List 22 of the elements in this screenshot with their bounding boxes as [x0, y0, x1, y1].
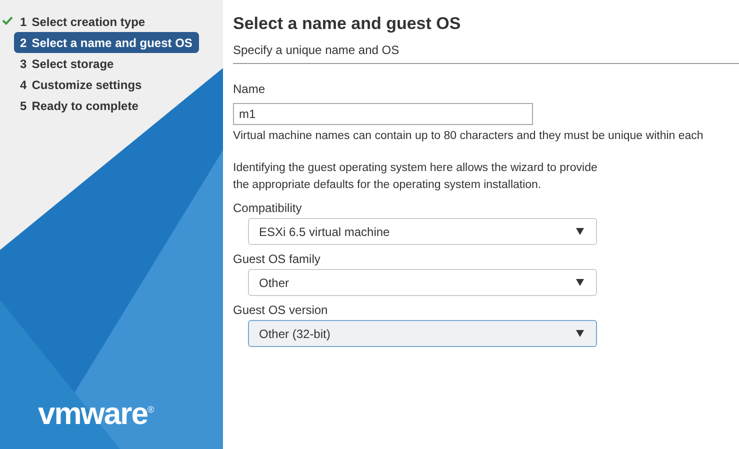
- dropdown[interactable]: Other (32-bit): [248, 320, 597, 347]
- wizard-step[interactable]: 2 Select a name and guest OS: [14, 32, 200, 53]
- caret-icon: [576, 279, 584, 286]
- dropdown[interactable]: Other: [248, 269, 597, 296]
- field-label: Guest OS version: [233, 303, 329, 317]
- field-label: Guest OS family: [233, 252, 322, 266]
- field-label: Compatibility: [233, 201, 303, 215]
- wizard-step[interactable]: 1 Select creation type: [14, 11, 152, 32]
- description-text: the appropriate defaults for the operating system installation.: [233, 178, 542, 193]
- wizard-step[interactable]: 3 Select storage: [14, 53, 121, 74]
- dropdown[interactable]: ESXi 6.5 virtual machine: [248, 218, 597, 245]
- page-title: Select a name and guest OS: [233, 14, 462, 34]
- wizard-step[interactable]: 4 Customize settings: [14, 74, 149, 95]
- help-text: Virtual machine names can contain up to 80 characters and they must be unique within each: [233, 130, 704, 142]
- caret-icon: [576, 330, 584, 337]
- vmware-logo: vmware$^{®}$: [38, 396, 154, 432]
- description-text: Identifying the guest operating system here allows the wizard to provide: [233, 161, 598, 176]
- page-subtitle: Specify a unique name and OS: [233, 43, 400, 57]
- field-label: Name: [233, 82, 266, 96]
- caret-icon: [576, 228, 584, 235]
- name-field[interactable]: m1: [233, 103, 533, 125]
- wizard-step[interactable]: 5 Ready to complete: [14, 95, 146, 116]
